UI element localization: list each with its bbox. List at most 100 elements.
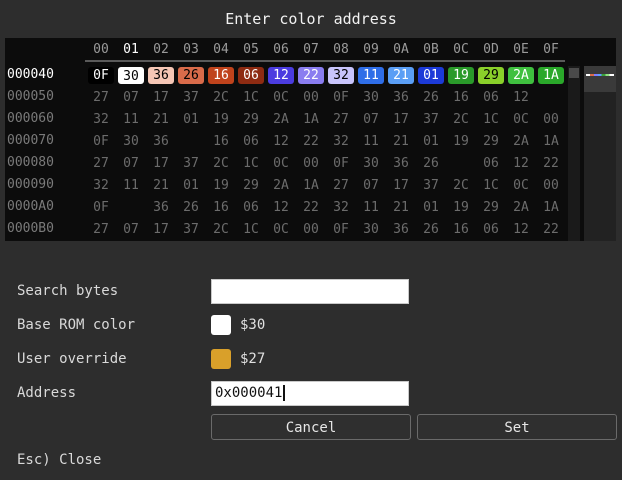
hex-byte[interactable]: 16 [208,199,234,216]
hex-byte[interactable] [178,133,204,150]
hex-byte[interactable]: 29 [238,111,264,128]
hex-byte[interactable]: 06 [478,155,504,172]
hex-byte[interactable]: 22 [298,199,324,216]
hex-byte[interactable]: 0F [328,89,354,106]
hex-byte[interactable]: 0F [88,199,114,216]
hex-byte[interactable]: 21 [148,177,174,194]
hex-byte[interactable]: 22 [538,155,564,172]
hex-byte[interactable]: 2A [508,133,534,150]
hex-byte[interactable]: 27 [88,89,114,106]
hex-byte[interactable]: 29 [478,67,504,84]
hex-byte[interactable] [448,155,474,172]
hex-byte[interactable]: 2A [268,177,294,194]
hex-byte[interactable]: 16 [208,133,234,150]
hex-row[interactable]: 000040 0F 30 36 26 16 06 12 22 32 11 21 01 19 29 2A 1A [5,64,575,86]
hex-byte[interactable]: 2A [508,199,534,216]
hex-row[interactable]: 000090 32 11 21 01 19 29 2A 1A 27 07 17 37 2C 1C 0C 00 [5,174,575,196]
hex-byte[interactable]: 0C [268,89,294,106]
hex-byte[interactable]: 36 [148,199,174,216]
hex-byte[interactable]: 12 [268,199,294,216]
search-input[interactable] [211,279,409,304]
hex-byte[interactable]: 0C [508,111,534,128]
hex-byte[interactable]: 27 [328,111,354,128]
hex-byte[interactable]: 29 [238,177,264,194]
hex-byte[interactable]: 27 [88,155,114,172]
hex-byte[interactable]: 1C [478,111,504,128]
hex-byte[interactable]: 36 [388,155,414,172]
hex-byte[interactable]: 1C [238,221,264,238]
hex-byte[interactable]: 17 [148,89,174,106]
hex-byte[interactable]: 06 [478,221,504,238]
hex-byte[interactable]: 21 [388,133,414,150]
hex-byte[interactable]: 19 [208,111,234,128]
hex-viewer[interactable]: 00 01 02 03 04 05 06 07 08 09 0A 0B 0C 0D 0E 0F 000040 0… [5,38,616,241]
hex-byte[interactable]: 36 [388,89,414,106]
hex-byte[interactable]: 00 [538,111,564,128]
hex-byte[interactable]: 07 [118,89,144,106]
hex-byte[interactable]: 30 [358,155,384,172]
hex-byte[interactable]: 37 [178,221,204,238]
hex-row[interactable]: 0000A0 0F 36 26 16 06 12 22 32 11 21 01 19 29 2A 1A [5,196,575,218]
hex-byte[interactable]: 32 [328,199,354,216]
scroll-thumb[interactable] [569,68,579,78]
cancel-button[interactable]: Cancel [211,414,411,440]
hex-byte[interactable]: 00 [298,155,324,172]
hex-byte[interactable]: 11 [358,133,384,150]
hex-byte[interactable]: 17 [148,221,174,238]
hex-byte[interactable]: 0C [508,177,534,194]
hex-row[interactable]: 000070 0F 30 36 16 06 12 22 32 11 21 01 19 29 2A 1A [5,130,575,152]
hex-byte[interactable]: 19 [208,177,234,194]
hex-byte[interactable]: 37 [418,111,444,128]
hex-byte[interactable]: 21 [388,199,414,216]
hex-byte[interactable]: 19 [448,67,474,84]
hex-byte[interactable]: 1A [538,67,564,84]
hex-byte[interactable]: 1C [238,89,264,106]
hex-byte[interactable]: 2C [448,111,474,128]
hex-byte[interactable]: 26 [418,89,444,106]
hex-row[interactable]: 0000B0 27 07 17 37 2C 1C 0C 00 0F 30 36 26 16 06 12 22 [5,218,575,240]
hex-byte[interactable]: 26 [178,67,204,84]
hex-byte[interactable]: 21 [148,111,174,128]
hex-byte[interactable]: 26 [418,221,444,238]
hex-byte[interactable]: 36 [388,221,414,238]
set-button[interactable]: Set [417,414,617,440]
hex-byte[interactable]: 21 [388,67,414,84]
hex-byte[interactable]: 22 [298,133,324,150]
hex-byte[interactable]: 26 [418,155,444,172]
hex-byte[interactable]: 11 [358,199,384,216]
hex-byte[interactable]: 37 [418,177,444,194]
hex-byte[interactable]: 0C [268,221,294,238]
hex-byte[interactable]: 0F [88,67,114,84]
hex-byte[interactable] [118,199,144,216]
hex-byte[interactable]: 1A [538,133,564,150]
hex-byte[interactable]: 19 [448,133,474,150]
hex-byte[interactable] [538,89,564,106]
hex-byte[interactable]: 12 [268,67,294,84]
hex-byte[interactable]: 06 [478,89,504,106]
hex-byte[interactable]: 07 [358,111,384,128]
hex-byte[interactable]: 29 [478,199,504,216]
hex-byte[interactable]: 36 [148,67,174,84]
hex-byte[interactable]: 17 [388,177,414,194]
hex-byte[interactable]: 11 [118,111,144,128]
override-color-swatch[interactable] [211,349,231,369]
hex-byte[interactable]: 0C [268,155,294,172]
hex-byte[interactable]: 01 [178,111,204,128]
hex-byte[interactable]: 0F [88,133,114,150]
hex-byte[interactable]: 17 [388,111,414,128]
hex-byte[interactable]: 32 [88,111,114,128]
hex-byte[interactable]: 06 [238,67,264,84]
hex-byte[interactable]: 37 [178,155,204,172]
hex-byte[interactable]: 30 [118,67,144,84]
hex-byte[interactable]: 12 [268,133,294,150]
hex-byte[interactable]: 16 [448,89,474,106]
hex-byte[interactable]: 29 [478,133,504,150]
hex-byte[interactable]: 0F [328,155,354,172]
hex-byte[interactable]: 1A [298,177,324,194]
hex-byte[interactable]: 16 [448,221,474,238]
hex-byte[interactable]: 30 [118,133,144,150]
hex-byte[interactable]: 06 [238,199,264,216]
hex-byte[interactable]: 1A [538,199,564,216]
hex-byte[interactable]: 0F [328,221,354,238]
hex-byte[interactable]: 07 [118,221,144,238]
